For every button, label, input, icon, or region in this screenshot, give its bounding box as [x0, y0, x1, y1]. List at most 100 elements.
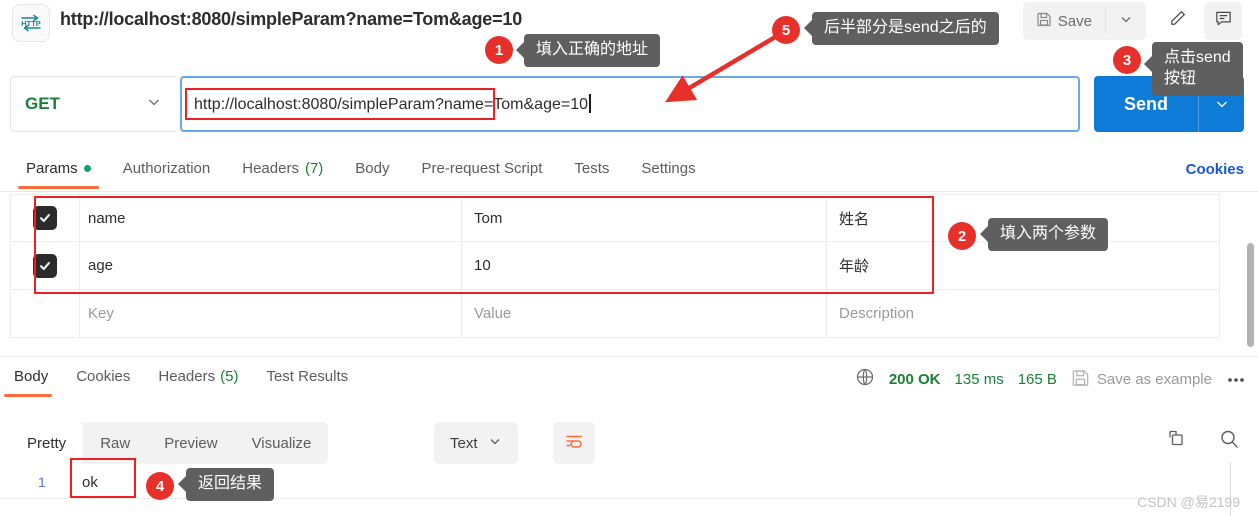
- response-format-select[interactable]: Text: [434, 422, 518, 464]
- divider: [0, 356, 1258, 357]
- param-key-placeholder[interactable]: Key: [79, 289, 461, 338]
- search-button[interactable]: [1218, 428, 1240, 455]
- tab-label: Headers: [158, 368, 216, 385]
- row-checkbox[interactable]: [11, 253, 79, 278]
- search-icon: [1218, 430, 1240, 454]
- annotation-badge-4: 4: [146, 472, 174, 500]
- url-input[interactable]: http://localhost:8080/simpleParam?name=T…: [180, 76, 1080, 132]
- tab-count: (5): [220, 368, 239, 385]
- param-value[interactable]: Tom: [461, 194, 826, 242]
- param-key[interactable]: name: [79, 194, 461, 242]
- scrollbar-thumb[interactable]: [1247, 243, 1254, 347]
- annotation-tooltip-3: 点击send 按钮: [1152, 42, 1243, 96]
- save-label: Save: [1057, 12, 1092, 30]
- annotation-badge-2: 2: [948, 222, 976, 250]
- response-status-bar: 200 OK 135 ms 165 B Save as example: [855, 367, 1246, 391]
- tab-label: Headers: [242, 160, 299, 177]
- checkbox-checked-icon: [33, 253, 57, 278]
- comment-button[interactable]: [1204, 2, 1242, 40]
- save-button[interactable]: Save: [1022, 2, 1105, 40]
- save-as-example-button[interactable]: Save as example: [1071, 368, 1212, 391]
- response-tab-headers[interactable]: Headers (5): [144, 362, 252, 397]
- annotation-tooltip-2: 填入两个参数: [988, 218, 1109, 251]
- response-tab-cookies[interactable]: Cookies: [62, 362, 144, 397]
- chevron-down-icon: [146, 94, 162, 115]
- tab-label: Cookies: [76, 368, 131, 385]
- tab-label: Test Results: [266, 368, 349, 385]
- tab-body[interactable]: Body: [339, 152, 405, 189]
- tab-authorization[interactable]: Authorization: [107, 152, 227, 189]
- view-preview[interactable]: Preview: [147, 422, 234, 464]
- tab-headers[interactable]: Headers (7): [226, 152, 339, 189]
- svg-text:HTTP: HTTP: [21, 19, 41, 28]
- param-value[interactable]: 10: [461, 241, 826, 290]
- params-table: name Tom 姓名 age 10 年龄 Key Value Descript…: [10, 194, 1220, 338]
- save-as-example-label: Save as example: [1096, 370, 1212, 388]
- save-button-group[interactable]: Save: [1022, 2, 1146, 40]
- response-highlight-box: [70, 458, 136, 498]
- tab-label: Body: [14, 368, 49, 385]
- pencil-icon: [1168, 9, 1187, 33]
- annotation-badge-3: 3: [1113, 46, 1141, 74]
- text-cursor: [589, 94, 591, 113]
- wrap-lines-icon: [564, 432, 584, 455]
- row-checkbox[interactable]: [11, 206, 79, 230]
- tab-settings[interactable]: Settings: [625, 152, 711, 189]
- copy-icon: [1164, 430, 1186, 454]
- tab-label: Tests: [574, 160, 610, 177]
- response-format-value: Text: [450, 434, 478, 452]
- copy-button[interactable]: [1164, 428, 1186, 455]
- tab-label: Settings: [641, 160, 696, 177]
- param-description-placeholder[interactable]: Description: [826, 289, 1219, 338]
- response-tabs: Body Cookies Headers (5) Test Results: [0, 362, 362, 397]
- annotation-badge-1: 1: [485, 36, 513, 64]
- response-tab-body[interactable]: Body: [0, 362, 62, 397]
- line-number: 1: [38, 474, 46, 490]
- status-code: 200 OK: [888, 370, 941, 388]
- param-value-placeholder[interactable]: Value: [461, 289, 826, 338]
- ellipsis-icon[interactable]: [1226, 371, 1246, 388]
- param-key[interactable]: age: [79, 241, 461, 290]
- http-method-select[interactable]: GET: [10, 76, 176, 132]
- cookies-link[interactable]: Cookies: [1186, 161, 1244, 178]
- tab-label: Pre-request Script: [421, 160, 543, 177]
- annotation-tooltip-3-line2: 按钮: [1164, 69, 1197, 87]
- response-view-segmented-control: Pretty Raw Preview Visualize: [10, 422, 329, 464]
- watermark: CSDN @易2199: [1137, 494, 1240, 510]
- tab-params[interactable]: Params: [10, 152, 107, 189]
- response-size: 165 B: [1017, 370, 1057, 388]
- response-time: 135 ms: [954, 370, 1004, 388]
- tab-tests[interactable]: Tests: [558, 152, 625, 189]
- tab-count: (7): [304, 160, 324, 177]
- tab-label: Params: [26, 160, 78, 177]
- view-visualize[interactable]: Visualize: [235, 422, 329, 464]
- request-tab-bar: Params Authorization Headers (7) Body Pr…: [0, 152, 1258, 192]
- chevron-down-icon: [488, 434, 502, 452]
- comment-icon: [1214, 9, 1233, 33]
- save-options-caret[interactable]: [1106, 2, 1146, 40]
- url-value: http://localhost:8080/simpleParam?name=T…: [194, 96, 589, 113]
- annotation-tooltip-3-line1: 点击send: [1164, 49, 1231, 66]
- annotation-tooltip-4: 返回结果: [186, 468, 275, 501]
- tab-pre-request-script[interactable]: Pre-request Script: [406, 152, 559, 189]
- table-row-empty[interactable]: Key Value Description: [10, 289, 1220, 338]
- http-icon: HTTP: [12, 4, 50, 42]
- page-title: http://localhost:8080/simpleParam?name=T…: [60, 9, 523, 29]
- tab-label: Body: [355, 160, 390, 177]
- response-toolbar: Pretty Raw Preview Visualize Text: [0, 420, 1258, 466]
- request-url-row: GET http://localhost:8080/simpleParam?na…: [10, 76, 1080, 132]
- annotation-tooltip-1: 填入正确的地址: [524, 34, 661, 67]
- globe-icon[interactable]: [855, 367, 875, 391]
- annotation-tooltip-5: 后半部分是send之后的: [812, 12, 999, 45]
- tab-label: Authorization: [122, 160, 211, 177]
- wrap-lines-button[interactable]: [553, 422, 595, 464]
- response-tab-test-results[interactable]: Test Results: [252, 362, 362, 397]
- floppy-disk-icon: [1071, 368, 1090, 391]
- checkbox-checked-icon: [33, 206, 57, 230]
- divider: [0, 498, 1230, 499]
- chevron-down-icon: [1119, 12, 1133, 31]
- edit-pencil-button[interactable]: [1158, 2, 1196, 40]
- response-tab-bar: Body Cookies Headers (5) Test Results 20…: [0, 362, 1258, 402]
- modified-dot-icon: [83, 165, 91, 172]
- request-tabs: Params Authorization Headers (7) Body Pr…: [10, 152, 712, 189]
